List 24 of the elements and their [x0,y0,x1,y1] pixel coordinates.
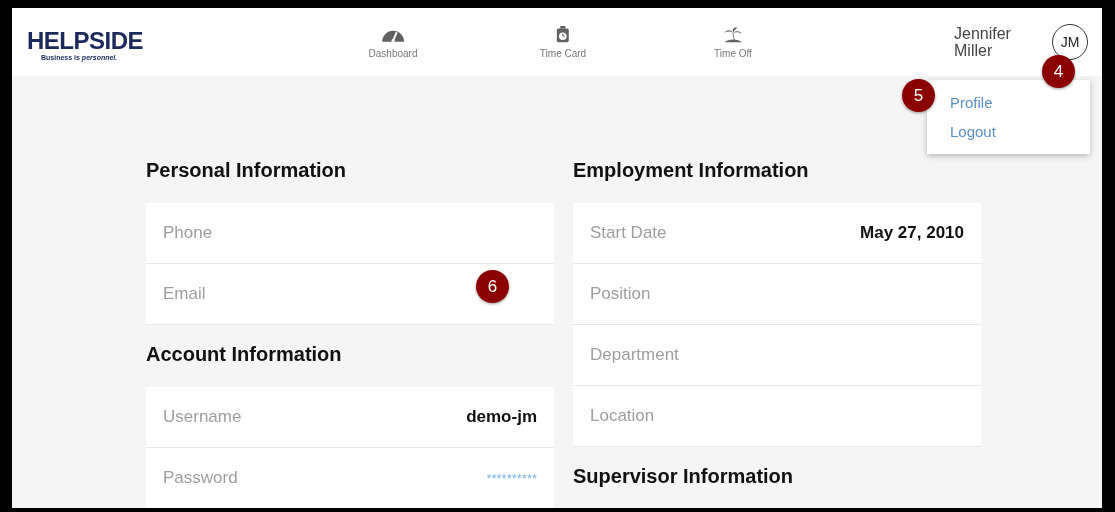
field-value: demo-jm [466,407,537,427]
stopwatch-icon [556,25,570,43]
section-heading: Employment Information [573,158,810,183]
menu-item[interactable]: Profile [950,88,993,117]
field-label: Position [590,284,651,304]
field-value: ********** [486,470,537,486]
field-label: Phone [163,223,213,243]
nav-link[interactable]: Time Off [648,25,818,59]
section-heading: Personal Information [146,158,348,183]
nav-link[interactable]: Dashboard [308,25,478,59]
field-label: Department [590,345,679,365]
user-name: Jennifer Miller [954,25,1012,59]
field-label: Password [163,468,238,488]
field-label: Email [163,284,206,304]
field-value: May 27, 2010 [860,223,964,243]
logo-wordmark: HELPSIDE [27,25,144,54]
field-label: Username [163,407,242,427]
section-heading: Supervisor Information [573,464,795,489]
section-heading: Account Information [146,342,343,367]
menu-item[interactable]: Logout [950,117,996,146]
field-label: Start Date [590,223,667,243]
avatar-button[interactable]: JM [1052,24,1088,60]
nav-link[interactable]: Time Card [478,25,648,59]
field-label: Location [590,406,655,426]
